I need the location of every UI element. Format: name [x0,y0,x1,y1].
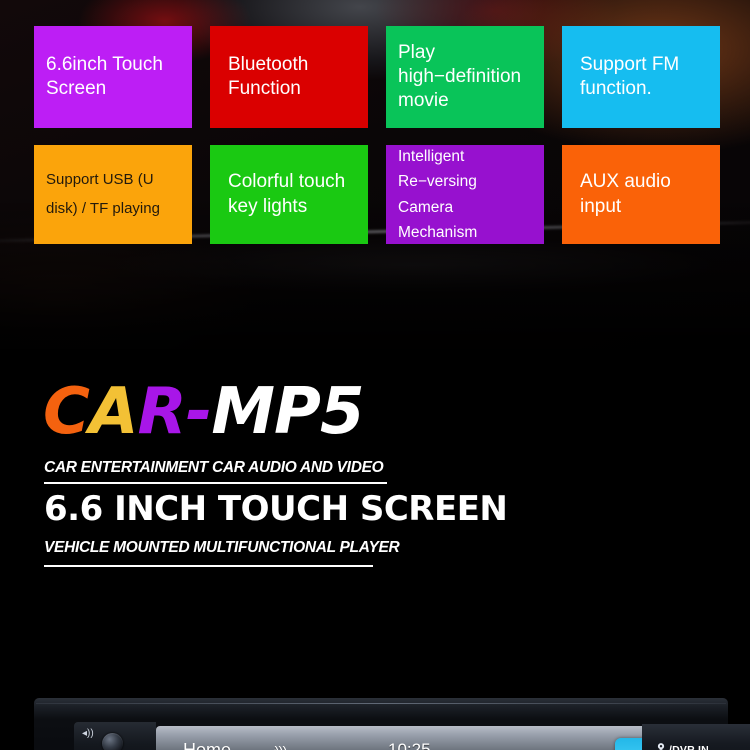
device-left-panel: ◂)) R [74,722,156,750]
feature-label: Support USB (U disk) / TF playing [46,171,160,217]
feature-label: AUX audio input [580,171,671,217]
dvr-in-label: /DVR IN [669,743,709,750]
logo-part-r-dash: R- [137,375,213,449]
device-preview-section: ◂)) R Home ◂))) 10:25 [0,680,750,750]
feature-badge-hd-movie: Play high−definition movie [386,26,544,128]
volume-icon[interactable]: ◂))) [268,743,287,750]
feature-badge-reversing-camera: Intelligent Re−versing Camera Mechanism [386,145,544,244]
brand-subline: VEHICLE MOUNTED MULTIFUNCTIONAL PLAYER [44,539,400,556]
feature-badge-fm-radio: Support FM function. [562,26,720,128]
product-banner-page: 6.6inch Touch Screen Bluetooth Function … [0,0,750,750]
brand-tagline: CAR ENTERTAINMENT CAR AUDIO AND VIDEO [44,459,384,476]
car-mp5-logo: CAR-MP5 [43,375,364,449]
screen-status-bar: Home ◂))) 10:25 [156,726,653,750]
feature-label: Play high−definition movie [398,41,522,112]
feature-badge-touch-key-lights: Colorful touch key lights [210,145,368,244]
feature-badge-grid: 6.6inch Touch Screen Bluetooth Function … [34,26,722,244]
clock-time: 10:25 [388,740,431,750]
device-touch-screen[interactable]: Home ◂))) 10:25 [156,726,653,750]
car-stereo-unit: ◂)) R Home ◂))) 10:25 [34,698,750,750]
feature-label: Intelligent Re−versing Camera Mechanism [398,148,478,241]
logo-part-mp5: MP5 [211,375,364,449]
feature-badge-bluetooth: Bluetooth Function [210,26,368,128]
subline-underline-rule [44,565,373,567]
feature-label: Support FM function. [580,53,680,99]
logo-part-c: C [43,375,90,449]
camera-icon [655,742,667,750]
dvr-input-group: /DVR IN [655,742,709,750]
feature-label: 6.6inch Touch Screen [46,53,163,99]
feature-badge-touch-screen: 6.6inch Touch Screen [34,26,192,128]
logo-part-a: A [88,375,139,449]
feature-badge-usb-tf: Support USB (U disk) / TF playing [34,145,192,244]
tagline-underline-rule [44,482,387,484]
volume-knob[interactable] [102,733,123,750]
feature-label: Bluetooth Function [228,53,309,99]
feature-badge-aux-input: AUX audio input [562,145,720,244]
brand-headline: 6.6 INCH TOUCH SCREEN [44,489,508,529]
screen-home-label[interactable]: Home [183,740,231,750]
brand-title-section: CAR-MP5 CAR ENTERTAINMENT CAR AUDIO AND … [0,349,750,680]
device-right-panel: /DVR IN [642,724,750,750]
speaker-icon: ◂)) [82,728,94,739]
hero-feature-section: 6.6inch Touch Screen Bluetooth Function … [0,0,750,349]
feature-label: Colorful touch key lights [228,171,346,217]
